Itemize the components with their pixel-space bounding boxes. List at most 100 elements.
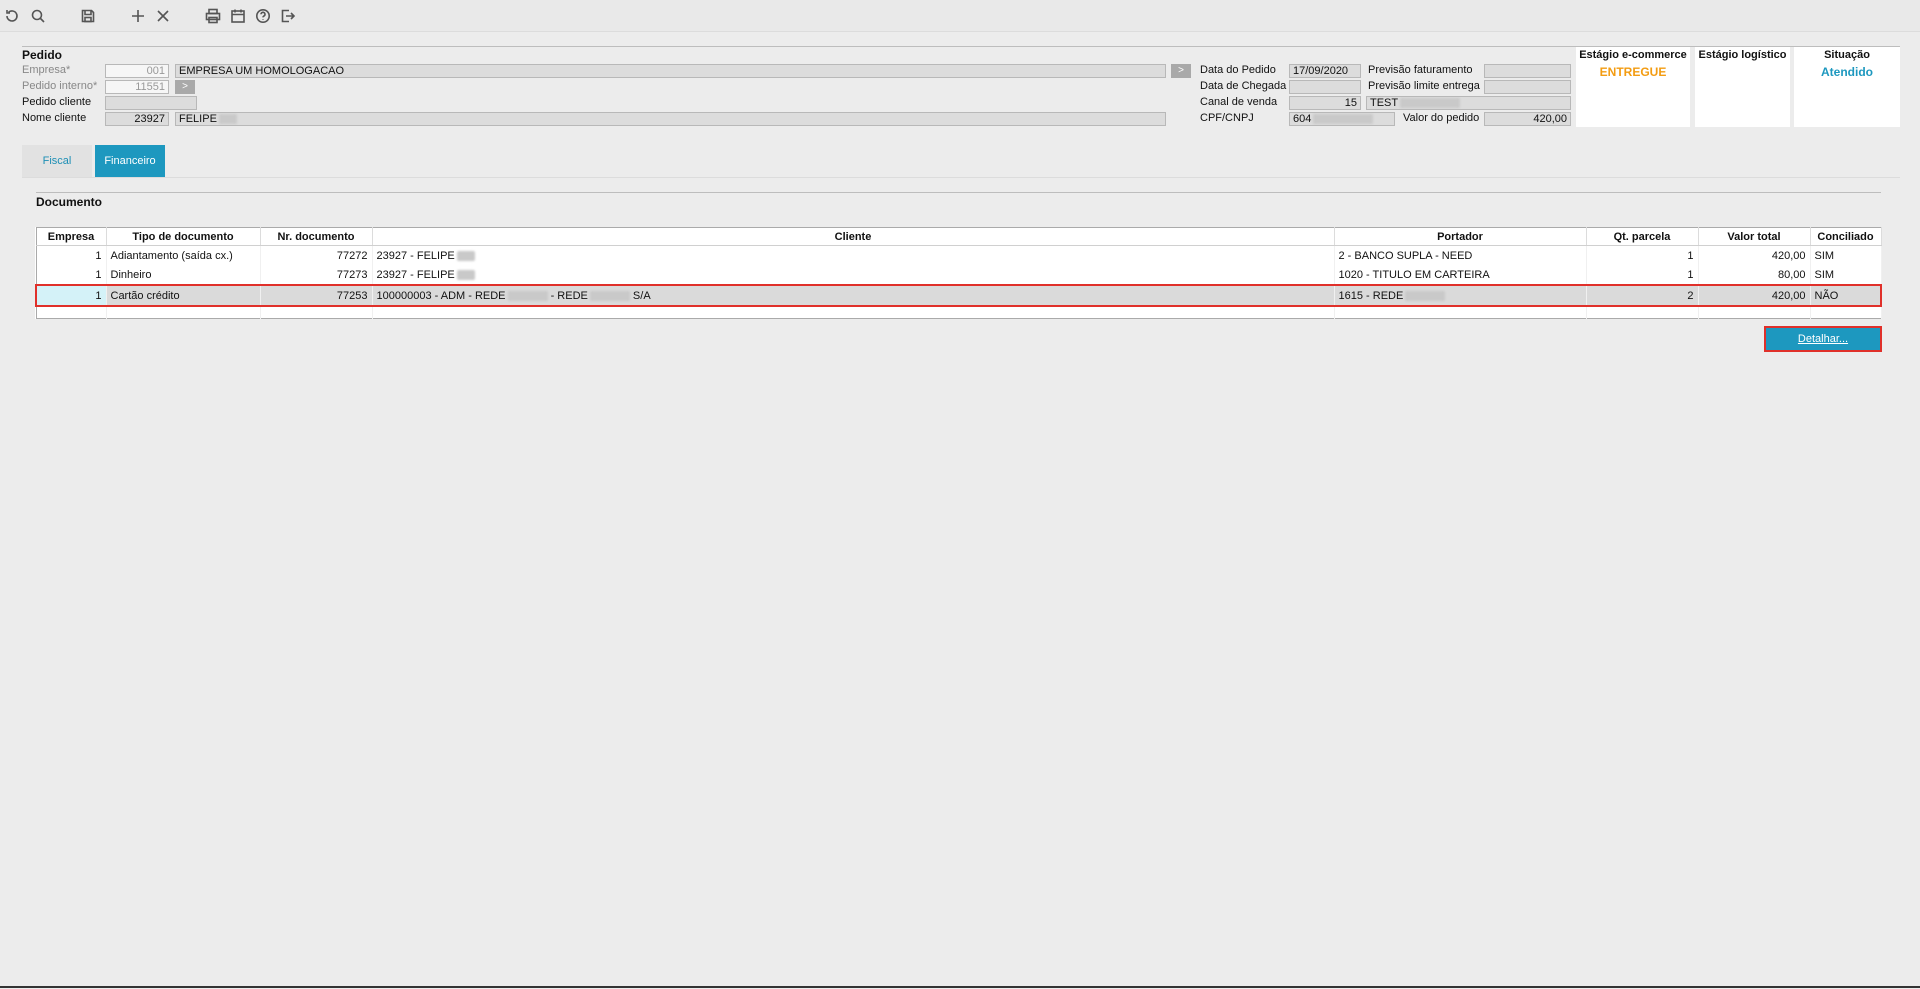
cell-valor: 420,00	[1698, 245, 1811, 265]
stage-situacao-value: Atendido	[1821, 65, 1873, 79]
documento-title: Documento	[36, 195, 102, 209]
redacted-mark	[218, 114, 237, 125]
col-valor-total[interactable]: Valor total	[1698, 227, 1811, 246]
previsao-faturamento-label: Previsão faturamento	[1368, 64, 1473, 76]
cpf-text: 604	[1293, 113, 1312, 125]
redacted-mark	[507, 290, 548, 301]
valor-pedido-field[interactable]: 420,00	[1484, 112, 1571, 126]
pedido-cliente-label: Pedido cliente	[22, 96, 92, 108]
data-chegada-label: Data de Chegada	[1200, 80, 1287, 92]
toolbar	[0, 0, 1920, 32]
cell-portador-text: 1615 - REDE	[1338, 289, 1404, 302]
pedido-title: Pedido	[22, 48, 63, 62]
exit-icon[interactable]	[278, 6, 298, 26]
cell-tipo: Cartão crédito	[106, 284, 261, 307]
nome-cliente-label: Nome cliente	[22, 112, 87, 124]
table-header-row: Empresa Tipo de documento Nr. documento …	[36, 227, 1882, 246]
cell-nr: 77272	[260, 245, 373, 265]
empty-cell	[1810, 306, 1882, 319]
documento-table: Empresa Tipo de documento Nr. documento …	[35, 227, 1882, 319]
col-empresa[interactable]: Empresa	[36, 227, 107, 246]
pedido-interno-button[interactable]: >	[175, 80, 195, 94]
nome-cliente-code-field[interactable]: 23927	[105, 112, 169, 126]
print-icon[interactable]	[203, 6, 223, 26]
stage-situacao-title: Situação	[1824, 49, 1870, 61]
pedido-interno-field[interactable]: 11551	[105, 80, 169, 94]
cell-cliente: 23927 - FELIPE	[372, 265, 1335, 285]
col-cliente[interactable]: Cliente	[372, 227, 1335, 246]
bottom-border	[0, 986, 1920, 988]
empresa-code-field[interactable]: 001	[105, 64, 169, 78]
pedido-cliente-field[interactable]	[105, 96, 197, 110]
table-row[interactable]: 1 Adiantamento (saída cx.) 77272 23927 -…	[36, 245, 1882, 265]
stage-ecommerce-value: ENTREGUE	[1599, 65, 1667, 79]
help-icon[interactable]	[253, 6, 273, 26]
tab-financeiro[interactable]: Financeiro	[95, 145, 165, 177]
canal-venda-label: Canal de venda	[1200, 96, 1278, 108]
cell-qt: 1	[1586, 265, 1699, 285]
col-qt-parcela[interactable]: Qt. parcela	[1586, 227, 1699, 246]
cell-tipo: Dinheiro	[106, 265, 261, 285]
cell-cliente-text-b: - REDE	[550, 289, 588, 302]
cell-cliente-text: 23927 - FELIPE	[376, 268, 455, 281]
cell-qt: 2	[1586, 284, 1699, 307]
col-conciliado[interactable]: Conciliado	[1810, 227, 1882, 246]
stage-ecommerce-box: Estágio e-commerce ENTREGUE	[1576, 47, 1690, 127]
add-icon[interactable]	[128, 6, 148, 26]
empresa-lookup-button[interactable]: >	[1171, 64, 1191, 78]
stage-situacao-box: Situação Atendido	[1794, 47, 1900, 127]
cell-nr: 77273	[260, 265, 373, 285]
calendar-icon[interactable]	[228, 6, 248, 26]
cell-valor: 80,00	[1698, 265, 1811, 285]
cell-conciliado: SIM	[1810, 245, 1882, 265]
empty-cell	[372, 306, 1335, 319]
cpf-field[interactable]: 604	[1289, 112, 1395, 126]
search-icon[interactable]	[28, 6, 48, 26]
redacted-mark	[456, 269, 475, 280]
cell-qt: 1	[1586, 245, 1699, 265]
cell-portador: 2 - BANCO SUPLA - NEED	[1334, 245, 1587, 265]
cell-conciliado: NÃO	[1810, 284, 1882, 307]
close-icon[interactable]	[153, 6, 173, 26]
canal-venda-name-field[interactable]: TEST	[1366, 96, 1571, 110]
data-pedido-label: Data do Pedido	[1200, 64, 1276, 76]
cell-cliente: 23927 - FELIPE	[372, 245, 1335, 265]
empty-cell	[106, 306, 261, 319]
col-tipo-documento[interactable]: Tipo de documento	[106, 227, 261, 246]
redacted-mark	[1400, 98, 1461, 109]
empresa-label: Empresa*	[22, 64, 71, 76]
stage-logistico-title: Estágio logístico	[1698, 49, 1787, 61]
table-row[interactable]: 1 Dinheiro 77273 23927 - FELIPE 1020 - T…	[36, 265, 1882, 285]
empty-cell	[1334, 306, 1587, 319]
save-icon[interactable]	[78, 6, 98, 26]
table-row-selected[interactable]: 1 Cartão crédito 77253 100000003 - ADM -…	[35, 284, 1882, 307]
cell-portador: 1615 - REDE	[1334, 284, 1587, 307]
previsao-faturamento-field[interactable]	[1484, 64, 1571, 78]
col-nr-documento[interactable]: Nr. documento	[260, 227, 373, 246]
empresa-name-field[interactable]: EMPRESA UM HOMOLOGACAO	[175, 64, 1166, 78]
nome-cliente-name-field[interactable]: FELIPE	[175, 112, 1166, 126]
cell-valor: 420,00	[1698, 284, 1811, 307]
tab-fiscal[interactable]: Fiscal	[22, 145, 92, 177]
redacted-mark	[1405, 290, 1446, 301]
data-pedido-field[interactable]: 17/09/2020	[1289, 64, 1361, 78]
redacted-mark	[456, 250, 475, 261]
table-empty-row	[36, 306, 1882, 319]
empty-cell	[1698, 306, 1811, 319]
canal-venda-code-field[interactable]: 15	[1289, 96, 1361, 110]
cell-conciliado: SIM	[1810, 265, 1882, 285]
empty-cell	[260, 306, 373, 319]
detalhar-button[interactable]: Detalhar...	[1764, 326, 1882, 352]
refresh-icon[interactable]	[2, 6, 22, 26]
data-chegada-field[interactable]	[1289, 80, 1361, 94]
redacted-mark	[589, 290, 630, 301]
cell-tipo: Adiantamento (saída cx.)	[106, 245, 261, 265]
previsao-limite-field[interactable]	[1484, 80, 1571, 94]
cpf-label: CPF/CNPJ	[1200, 112, 1254, 124]
cell-cliente: 100000003 - ADM - REDE - REDE S/A	[372, 284, 1335, 307]
col-portador[interactable]: Portador	[1334, 227, 1587, 246]
documento-divider	[36, 192, 1881, 193]
empty-cell	[1586, 306, 1699, 319]
redacted-mark	[1313, 114, 1374, 125]
canal-venda-name-text: TEST	[1370, 97, 1399, 109]
